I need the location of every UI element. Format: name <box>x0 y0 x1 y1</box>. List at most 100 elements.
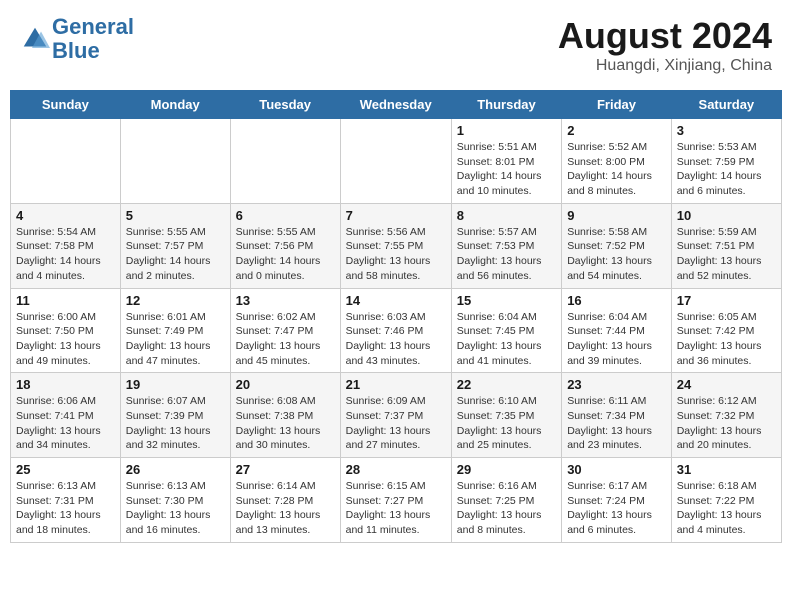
day-info: Sunrise: 5:51 AM Sunset: 8:01 PM Dayligh… <box>457 140 556 199</box>
day-number: 16 <box>567 293 666 308</box>
day-info: Sunrise: 5:59 AM Sunset: 7:51 PM Dayligh… <box>677 225 776 284</box>
day-info: Sunrise: 6:02 AM Sunset: 7:47 PM Dayligh… <box>236 310 335 369</box>
calendar-cell: 27 Sunrise: 6:14 AM Sunset: 7:28 PM Dayli… <box>230 458 340 543</box>
calendar-cell: 3Sunrise: 5:53 AM Sunset: 7:59 PM Daylig… <box>671 119 781 204</box>
day-number: 10 <box>677 208 776 223</box>
calendar-cell: 4 Sunrise: 5:54 AM Sunset: 7:58 PM Daylig… <box>11 203 121 288</box>
calendar-cell: 23Sunrise: 6:11 AM Sunset: 7:34 PM Dayli… <box>562 373 672 458</box>
day-number: 13 <box>236 293 335 308</box>
calendar-cell: 29 Sunrise: 6:16 AM Sunset: 7:25 PM Dayli… <box>451 458 561 543</box>
day-info: Sunrise: 6:03 AM Sunset: 7:46 PM Dayligh… <box>346 310 446 369</box>
day-number: 25 <box>16 462 115 477</box>
calendar-cell: 20Sunrise: 6:08 AM Sunset: 7:38 PM Dayli… <box>230 373 340 458</box>
calendar-week-row: 25 Sunrise: 6:13 AM Sunset: 7:31 PM Dayli… <box>11 458 782 543</box>
day-info: Sunrise: 5:56 AM Sunset: 7:55 PM Dayligh… <box>346 225 446 284</box>
day-info: Sunrise: 6:14 AM Sunset: 7:28 PM Dayligh… <box>236 479 335 538</box>
weekday-header-thursday: Thursday <box>451 91 561 119</box>
calendar-cell: 12 Sunrise: 6:01 AM Sunset: 7:49 PM Dayli… <box>120 288 230 373</box>
calendar-cell: 6 Sunrise: 5:55 AM Sunset: 7:56 PM Daylig… <box>230 203 340 288</box>
day-number: 11 <box>16 293 115 308</box>
day-number: 29 <box>457 462 556 477</box>
calendar-week-row: 11 Sunrise: 6:00 AM Sunset: 7:50 PM Dayli… <box>11 288 782 373</box>
day-number: 24 <box>677 377 776 392</box>
calendar-week-row: 18Sunrise: 6:06 AM Sunset: 7:41 PM Dayli… <box>11 373 782 458</box>
weekday-header-wednesday: Wednesday <box>340 91 451 119</box>
day-number: 4 <box>16 208 115 223</box>
calendar-cell: 5Sunrise: 5:55 AM Sunset: 7:57 PM Daylig… <box>120 203 230 288</box>
calendar-cell <box>230 119 340 204</box>
calendar-cell <box>120 119 230 204</box>
calendar-cell: 17Sunrise: 6:05 AM Sunset: 7:42 PM Dayli… <box>671 288 781 373</box>
calendar-cell: 15Sunrise: 6:04 AM Sunset: 7:45 PM Dayli… <box>451 288 561 373</box>
day-info: Sunrise: 6:08 AM Sunset: 7:38 PM Dayligh… <box>236 394 335 453</box>
day-info: Sunrise: 5:57 AM Sunset: 7:53 PM Dayligh… <box>457 225 556 284</box>
calendar-week-row: 4 Sunrise: 5:54 AM Sunset: 7:58 PM Daylig… <box>11 203 782 288</box>
day-info: Sunrise: 5:55 AM Sunset: 7:56 PM Dayligh… <box>236 225 335 284</box>
day-number: 6 <box>236 208 335 223</box>
logo-line1: General <box>52 14 134 39</box>
calendar-cell: 24 Sunrise: 6:12 AM Sunset: 7:32 PM Dayli… <box>671 373 781 458</box>
calendar-cell: 7 Sunrise: 5:56 AM Sunset: 7:55 PM Daylig… <box>340 203 451 288</box>
day-info: Sunrise: 6:05 AM Sunset: 7:42 PM Dayligh… <box>677 310 776 369</box>
calendar-cell: 22Sunrise: 6:10 AM Sunset: 7:35 PM Dayli… <box>451 373 561 458</box>
day-number: 18 <box>16 377 115 392</box>
day-info: Sunrise: 5:53 AM Sunset: 7:59 PM Dayligh… <box>677 140 776 199</box>
day-info: Sunrise: 5:54 AM Sunset: 7:58 PM Dayligh… <box>16 225 115 284</box>
weekday-header-sunday: Sunday <box>11 91 121 119</box>
day-info: Sunrise: 6:15 AM Sunset: 7:27 PM Dayligh… <box>346 479 446 538</box>
calendar-cell: 26Sunrise: 6:13 AM Sunset: 7:30 PM Dayli… <box>120 458 230 543</box>
calendar-cell: 1Sunrise: 5:51 AM Sunset: 8:01 PM Daylig… <box>451 119 561 204</box>
weekday-header-row: SundayMondayTuesdayWednesdayThursdayFrid… <box>11 91 782 119</box>
day-number: 31 <box>677 462 776 477</box>
logo: General Blue <box>20 15 134 63</box>
calendar-cell: 21 Sunrise: 6:09 AM Sunset: 7:37 PM Dayli… <box>340 373 451 458</box>
calendar-cell: 2Sunrise: 5:52 AM Sunset: 8:00 PM Daylig… <box>562 119 672 204</box>
day-number: 22 <box>457 377 556 392</box>
day-info: Sunrise: 6:01 AM Sunset: 7:49 PM Dayligh… <box>126 310 225 369</box>
day-number: 21 <box>346 377 446 392</box>
calendar-cell: 9Sunrise: 5:58 AM Sunset: 7:52 PM Daylig… <box>562 203 672 288</box>
day-info: Sunrise: 5:55 AM Sunset: 7:57 PM Dayligh… <box>126 225 225 284</box>
calendar-cell: 19 Sunrise: 6:07 AM Sunset: 7:39 PM Dayli… <box>120 373 230 458</box>
location-subtitle: Huangdi, Xinjiang, China <box>558 57 772 75</box>
calendar-cell: 10 Sunrise: 5:59 AM Sunset: 7:51 PM Dayli… <box>671 203 781 288</box>
calendar-cell: 25 Sunrise: 6:13 AM Sunset: 7:31 PM Dayli… <box>11 458 121 543</box>
day-number: 7 <box>346 208 446 223</box>
page-header: General Blue August 2024 Huangdi, Xinjia… <box>10 10 782 80</box>
calendar-cell: 14 Sunrise: 6:03 AM Sunset: 7:46 PM Dayli… <box>340 288 451 373</box>
day-info: Sunrise: 6:07 AM Sunset: 7:39 PM Dayligh… <box>126 394 225 453</box>
day-number: 14 <box>346 293 446 308</box>
day-number: 27 <box>236 462 335 477</box>
day-number: 19 <box>126 377 225 392</box>
weekday-header-saturday: Saturday <box>671 91 781 119</box>
day-number: 12 <box>126 293 225 308</box>
day-number: 8 <box>457 208 556 223</box>
title-section: August 2024 Huangdi, Xinjiang, China <box>558 15 772 75</box>
calendar-body: 1Sunrise: 5:51 AM Sunset: 8:01 PM Daylig… <box>11 119 782 543</box>
month-title: August 2024 <box>558 15 772 57</box>
day-info: Sunrise: 6:00 AM Sunset: 7:50 PM Dayligh… <box>16 310 115 369</box>
day-number: 30 <box>567 462 666 477</box>
calendar-cell <box>340 119 451 204</box>
calendar-cell: 30 Sunrise: 6:17 AM Sunset: 7:24 PM Dayli… <box>562 458 672 543</box>
day-info: Sunrise: 6:04 AM Sunset: 7:44 PM Dayligh… <box>567 310 666 369</box>
day-number: 26 <box>126 462 225 477</box>
day-info: Sunrise: 5:52 AM Sunset: 8:00 PM Dayligh… <box>567 140 666 199</box>
weekday-header-monday: Monday <box>120 91 230 119</box>
logo-line2: Blue <box>52 38 100 63</box>
calendar-table: SundayMondayTuesdayWednesdayThursdayFrid… <box>10 90 782 543</box>
day-number: 23 <box>567 377 666 392</box>
day-info: Sunrise: 6:16 AM Sunset: 7:25 PM Dayligh… <box>457 479 556 538</box>
day-info: Sunrise: 6:12 AM Sunset: 7:32 PM Dayligh… <box>677 394 776 453</box>
calendar-cell: 31 Sunrise: 6:18 AM Sunset: 7:22 PM Dayli… <box>671 458 781 543</box>
day-number: 28 <box>346 462 446 477</box>
day-info: Sunrise: 5:58 AM Sunset: 7:52 PM Dayligh… <box>567 225 666 284</box>
day-info: Sunrise: 6:09 AM Sunset: 7:37 PM Dayligh… <box>346 394 446 453</box>
day-info: Sunrise: 6:13 AM Sunset: 7:31 PM Dayligh… <box>16 479 115 538</box>
calendar-cell: 16 Sunrise: 6:04 AM Sunset: 7:44 PM Dayli… <box>562 288 672 373</box>
calendar-cell: 28 Sunrise: 6:15 AM Sunset: 7:27 PM Dayli… <box>340 458 451 543</box>
calendar-week-row: 1Sunrise: 5:51 AM Sunset: 8:01 PM Daylig… <box>11 119 782 204</box>
weekday-header-friday: Friday <box>562 91 672 119</box>
day-info: Sunrise: 6:18 AM Sunset: 7:22 PM Dayligh… <box>677 479 776 538</box>
day-info: Sunrise: 6:17 AM Sunset: 7:24 PM Dayligh… <box>567 479 666 538</box>
